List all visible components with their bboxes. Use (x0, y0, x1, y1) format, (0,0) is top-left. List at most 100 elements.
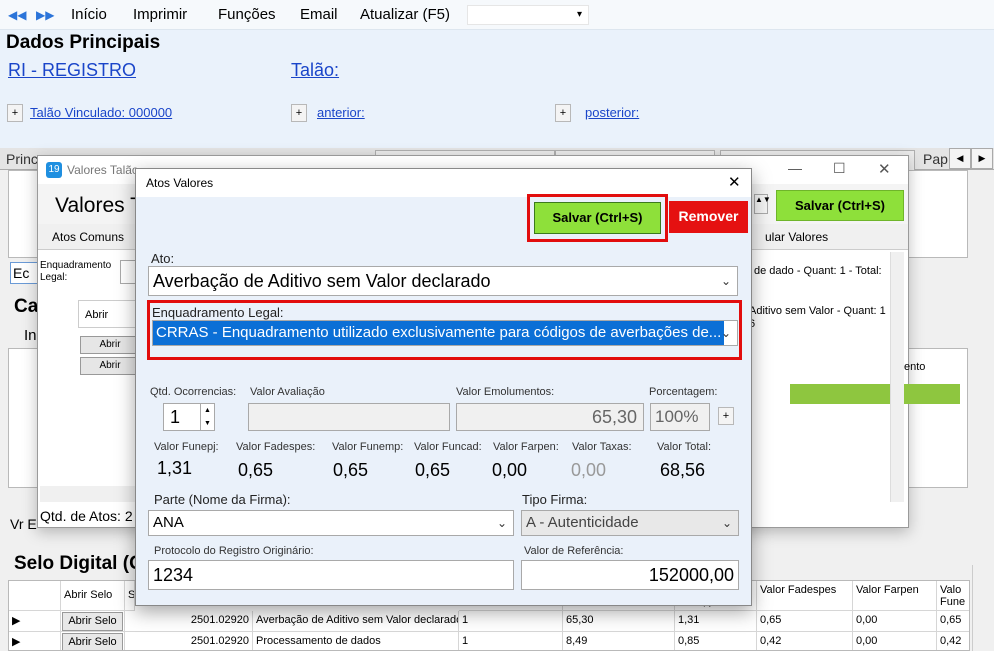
protocolo-input[interactable]: 1234 (148, 560, 514, 590)
selo-header-fune: Valo Fune (937, 581, 969, 611)
tipo-firma-select[interactable]: A - Autenticidade ⌄ (521, 510, 739, 536)
table-row: Abrir Selo (61, 632, 125, 650)
row-indicator-icon: ▶ (9, 632, 61, 650)
enquadramento-small-label: Enquadramento Legal: (40, 260, 112, 283)
tipo-firma-value: A - Autenticidade (526, 514, 639, 531)
table-row: Abrir Selo (61, 611, 125, 632)
parte-value: ANA (153, 514, 184, 531)
chevron-down-icon: ⌄ (720, 274, 731, 288)
save-button[interactable]: Salvar (Ctrl+S) (534, 202, 661, 234)
app-logo-icon: 19 (46, 162, 62, 178)
menu-atualizar[interactable]: Atualizar (F5) (360, 6, 450, 23)
taxas-label: Valor Taxas: (572, 441, 632, 453)
qtd-atos-label: Qtd. de Atos: 2 (40, 508, 133, 524)
enquadramento-select[interactable]: CRRAS - Enquadramento utilizado exclusiv… (152, 320, 738, 346)
expand-anterior-button[interactable]: + (291, 104, 307, 122)
menu-imprimir[interactable]: Imprimir (133, 6, 187, 23)
porcentagem-input[interactable]: 100% (650, 403, 710, 431)
tab-papeis[interactable]: Pap (917, 150, 949, 170)
selo-title: Selo Digital (C (14, 553, 143, 574)
toolbar-dropdown[interactable]: ▾ (467, 5, 589, 25)
abrir-button[interactable]: Abrir (80, 336, 140, 354)
spinner-icon[interactable]: ▲▼ (754, 194, 771, 214)
qtd-ocorrencias-label: Qtd. Ocorrencias: (150, 386, 237, 398)
valor-avaliacao-label: Valor Avaliação (250, 386, 325, 398)
valor-avaliacao-input[interactable] (248, 403, 450, 431)
funemp-value: 0,65 (333, 460, 369, 480)
in-tab[interactable]: In (24, 327, 37, 344)
valores-scrollbar[interactable] (890, 252, 904, 502)
ato-label: Ato: (151, 251, 175, 266)
vr-label: Vr E (10, 516, 37, 532)
qtd-ocorrencias-input[interactable]: 1 ▲ ▼ (163, 403, 215, 431)
atos-valores-dialog: Atos Valores ✕ Salvar (Ctrl+S) Remover A… (135, 168, 752, 606)
menu-funcoes[interactable]: Funções (218, 6, 276, 23)
talao-link[interactable]: Talão: (291, 60, 339, 81)
protocolo-label: Protocolo do Registro Originário: (154, 545, 314, 557)
menu-email[interactable]: Email (300, 6, 338, 23)
abrir-selo-button[interactable]: Abrir Selo (62, 612, 123, 631)
selo-scrollbar[interactable] (972, 565, 990, 651)
grid-header-abrir: Abrir (78, 300, 142, 328)
porcentagem-plus-button[interactable]: + (718, 407, 734, 425)
selo-cell-codigo: 2501.02920 (125, 611, 253, 632)
abrir-selo-button[interactable]: Abrir Selo (62, 633, 123, 650)
back-icon[interactable]: ◀◀ (8, 8, 26, 22)
dialog-titlebar: Atos Valores ✕ (136, 169, 751, 197)
porcentagem-label: Porcentagem: (649, 386, 718, 398)
posterior-link[interactable]: posterior: (585, 105, 639, 120)
tab-scroll-left-icon[interactable]: ◀ (949, 148, 971, 169)
tab-atos-comuns[interactable]: Atos Comuns (52, 230, 124, 244)
selo-cell-descricao: Averbação de Aditivo sem Valor declarado (253, 611, 459, 632)
talao-vinculado-link[interactable]: Talão Vinculado: 000000 (30, 105, 172, 120)
ri-registro-link[interactable]: RI - REGISTRO (8, 60, 136, 81)
tipo-firma-label: Tipo Firma: (522, 492, 588, 507)
selo-cell-emolumentos: 65,30 (563, 611, 675, 632)
remove-button[interactable]: Remover (669, 201, 748, 233)
chevron-down-icon: ⌄ (721, 516, 732, 530)
selo-cell-funepj: 1,31 (675, 611, 757, 632)
chevron-down-icon: ⌄ (720, 326, 731, 340)
selo-cell-farpen: 0,00 (853, 611, 937, 632)
close-icon[interactable]: ✕ (878, 160, 891, 178)
selo-cell-ocorrencias: 1 (459, 632, 563, 650)
abrir-button[interactable]: Abrir (80, 357, 140, 375)
tab-scroll-right-icon[interactable]: ▶ (971, 148, 993, 169)
parte-select[interactable]: ANA ⌄ (148, 510, 514, 536)
top-toolbar: ◀◀ ▶▶ Início Imprimir Funções Email Atua… (0, 0, 994, 30)
expand-posterior-button[interactable]: + (555, 104, 571, 122)
valor-referencia-input[interactable]: 152000,00 (521, 560, 739, 590)
chevron-down-icon: ⌄ (496, 516, 507, 530)
close-icon[interactable]: ✕ (728, 169, 741, 197)
horizontal-scrollbar[interactable] (40, 486, 138, 502)
anterior-link[interactable]: anterior: (317, 105, 365, 120)
selo-header-fadespes: Valor Fadespes (757, 581, 853, 611)
total-label: Valor Total: (657, 441, 712, 453)
menu-inicio[interactable]: Início (71, 6, 107, 23)
grid-header-ento: ento (904, 361, 926, 373)
minimize-icon[interactable]: — (788, 160, 802, 176)
expand-talao-vinculado-button[interactable]: + (7, 104, 23, 122)
section-title: Dados Principais (6, 32, 161, 53)
selo-cell-codigo: 2501.02920 (125, 632, 253, 650)
valores-save-button[interactable]: Salvar (Ctrl+S) (776, 190, 904, 221)
forward-icon[interactable]: ▶▶ (36, 8, 54, 22)
tab-calcular-valores[interactable]: ular Valores (765, 230, 828, 244)
maximize-icon[interactable]: ☐ (833, 160, 846, 177)
stepper-icon[interactable]: ▲ ▼ (200, 404, 214, 430)
selo-header-abrir: Abrir Selo (61, 581, 125, 611)
right-summary-2: Aditivo sem Valor - Quant: 1 (749, 305, 886, 317)
tab-principal[interactable]: Princ (0, 150, 40, 170)
right-summary-1: de dado - Quant: 1 - Total: (754, 265, 882, 277)
dados-principais-panel: Dados Principais RI - REGISTRO Talão: + … (0, 30, 994, 148)
parte-label: Parte (Nome da Firma): (154, 492, 291, 507)
selo-header-indicator (9, 581, 61, 611)
row-indicator-icon: ▶ (9, 611, 61, 632)
funemp-label: Valor Funemp: (332, 441, 404, 453)
qtd-ocorrencias-value: 1 (170, 407, 181, 427)
window-title: Valores Talão (67, 163, 139, 177)
ato-select[interactable]: Averbação de Aditivo sem Valor declarado… (148, 266, 738, 296)
valor-emolumentos-input[interactable]: 65,30 (456, 403, 644, 431)
taxas-value: 0,00 (571, 460, 607, 480)
ca-heading: Ca (14, 296, 39, 317)
